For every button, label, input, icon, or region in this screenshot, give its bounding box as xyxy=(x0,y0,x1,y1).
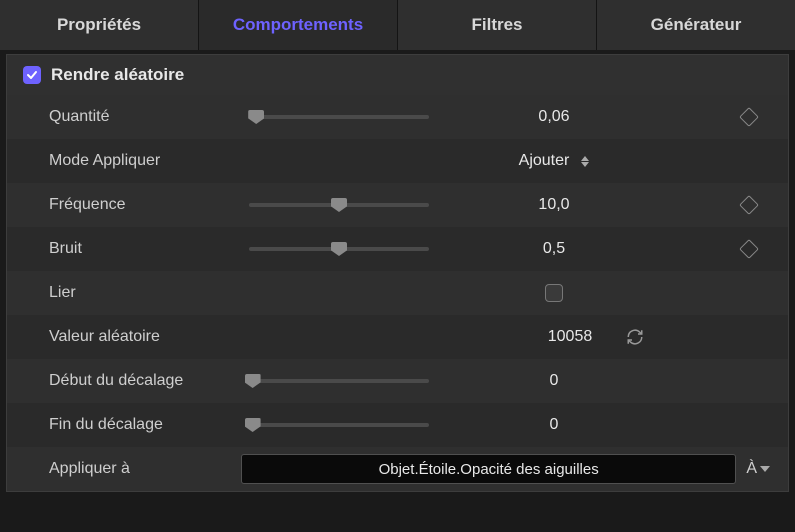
tab-proprietes[interactable]: Propriétés xyxy=(0,0,199,50)
label-mode: Mode Appliquer xyxy=(49,152,249,170)
row-debut: Début du décalage 0 xyxy=(7,359,788,403)
label-bruit: Bruit xyxy=(49,240,249,258)
group-enable-checkbox[interactable] xyxy=(23,66,41,84)
inspector-panel: Rendre aléatoire Quantité 0,06 Mode Appl… xyxy=(6,54,789,492)
apply-target-well[interactable]: Objet.Étoile.Opacité des aiguilles xyxy=(241,454,736,484)
row-fin: Fin du décalage 0 xyxy=(7,403,788,447)
value-frequence[interactable]: 10,0 xyxy=(464,196,644,214)
value-debut[interactable]: 0 xyxy=(464,372,644,390)
dropdown-mode[interactable]: Ajouter xyxy=(464,152,644,170)
row-appliquer: Appliquer à Objet.Étoile.Opacité des aig… xyxy=(7,447,788,491)
row-mode: Mode Appliquer Ajouter xyxy=(7,139,788,183)
slider-frequence[interactable] xyxy=(249,195,429,215)
row-quantite: Quantité 0,06 xyxy=(7,95,788,139)
tabs-bar: Propriétés Comportements Filtres Générat… xyxy=(0,0,795,50)
slider-debut[interactable] xyxy=(249,371,429,391)
label-quantite: Quantité xyxy=(49,108,249,126)
slider-quantite[interactable] xyxy=(249,107,429,127)
row-bruit: Bruit 0,5 xyxy=(7,227,788,271)
group-title: Rendre aléatoire xyxy=(51,65,184,85)
keyframe-icon[interactable] xyxy=(739,239,759,259)
label-lier: Lier xyxy=(49,284,249,302)
slider-fin[interactable] xyxy=(249,415,429,435)
checkbox-lier[interactable] xyxy=(545,284,563,302)
value-bruit[interactable]: 0,5 xyxy=(464,240,644,258)
value-valeur[interactable]: 10058 xyxy=(548,328,593,346)
keyframe-icon[interactable] xyxy=(739,107,759,127)
tab-generateur[interactable]: Générateur xyxy=(597,0,795,50)
row-frequence: Fréquence 10,0 xyxy=(7,183,788,227)
label-valeur: Valeur aléatoire xyxy=(49,328,249,346)
row-valeur: Valeur aléatoire 10058 xyxy=(7,315,788,359)
value-quantite[interactable]: 0,06 xyxy=(464,108,644,126)
apply-menu[interactable]: À xyxy=(746,460,776,478)
group-header: Rendre aléatoire xyxy=(7,55,788,95)
refresh-icon[interactable] xyxy=(626,328,644,346)
label-fin: Fin du décalage xyxy=(49,416,249,434)
label-frequence: Fréquence xyxy=(49,196,249,214)
checkmark-icon xyxy=(26,69,38,81)
tab-comportements[interactable]: Comportements xyxy=(199,0,398,50)
chevron-down-icon xyxy=(760,466,770,472)
keyframe-icon[interactable] xyxy=(739,195,759,215)
slider-bruit[interactable] xyxy=(249,239,429,259)
value-fin[interactable]: 0 xyxy=(464,416,644,434)
chevrons-icon xyxy=(581,156,589,167)
tab-filtres[interactable]: Filtres xyxy=(398,0,597,50)
label-debut: Début du décalage xyxy=(49,372,249,390)
row-lier: Lier xyxy=(7,271,788,315)
label-appliquer: Appliquer à xyxy=(49,460,239,478)
